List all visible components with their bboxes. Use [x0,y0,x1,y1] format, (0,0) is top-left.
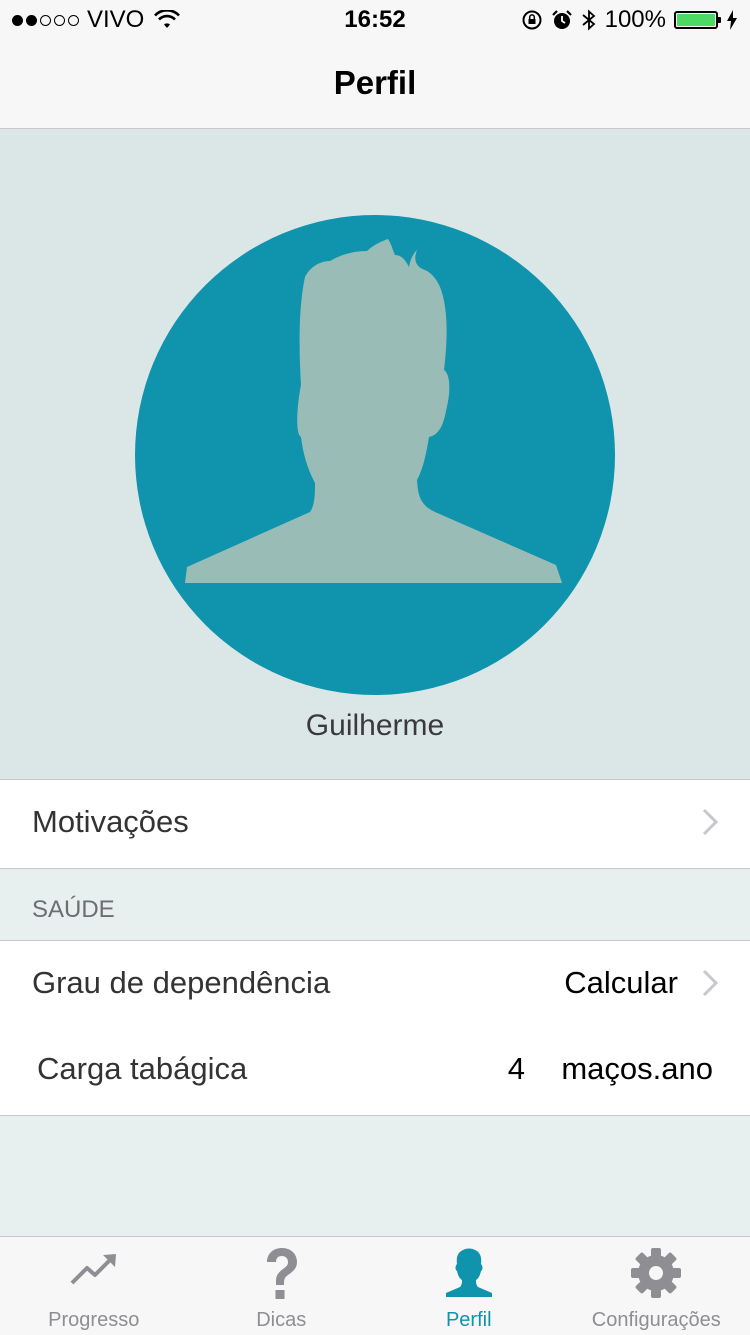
status-bar: VIVO 16:52 100% [0,0,750,40]
battery-icon [674,11,718,29]
tab-label: Progresso [0,1309,188,1332]
motivacoes-label: Motivações [32,804,189,840]
grau-dependencia-value: Calcular [564,965,678,1001]
alarm-icon [551,9,573,31]
person-icon [444,1247,494,1299]
tab-progresso[interactable]: Progresso [0,1237,188,1335]
question-icon [261,1247,301,1301]
bluetooth-icon [581,8,597,32]
tab-label: Dicas [188,1309,376,1332]
trend-up-icon [69,1247,119,1289]
charging-icon [726,10,738,30]
navigation-bar: Perfil [0,40,750,129]
profile-name: Guilherme [0,709,750,743]
battery-percent: 100% [605,6,666,34]
tab-label: Perfil [375,1309,563,1332]
grau-dependencia-label: Grau de dependência [32,965,330,1001]
motivacoes-row[interactable]: Motivações [0,779,750,869]
carga-tabagica-row: Carga tabágica 4 maços.ano [0,1027,750,1116]
tab-configuracoes[interactable]: Configurações [563,1237,750,1335]
tab-bar: Progresso Dicas Perfil Configurações [0,1236,750,1335]
carga-tabagica-value[interactable]: 4 [508,1051,525,1087]
avatar[interactable] [135,215,615,695]
tab-label: Configurações [563,1309,750,1332]
page-title: Perfil [0,64,750,102]
tab-perfil[interactable]: Perfil [375,1237,563,1335]
status-right: 100% [521,6,738,34]
grau-dependencia-row[interactable]: Grau de dependência Calcular [0,940,750,1028]
gear-icon [630,1247,682,1299]
carga-tabagica-label: Carga tabágica [37,1051,247,1087]
profile-header: Guilherme [0,129,750,779]
tab-dicas[interactable]: Dicas [188,1237,376,1335]
carga-tabagica-unit: maços.ano [561,1051,713,1087]
chevron-right-icon [702,969,718,997]
rotation-lock-icon [521,9,543,31]
section-header-saude: SAÚDE [32,896,115,924]
chevron-right-icon [702,808,718,836]
